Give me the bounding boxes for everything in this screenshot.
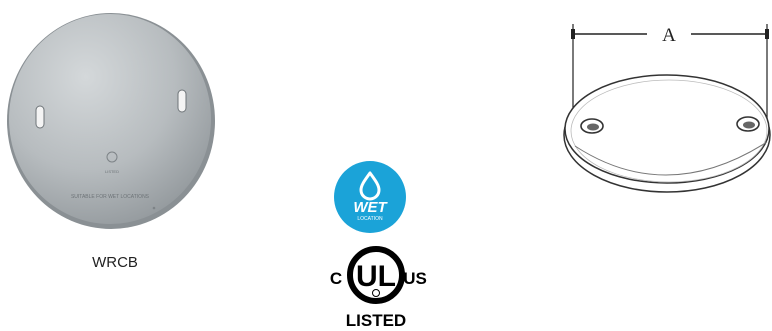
left-hole-inner: [587, 123, 599, 131]
dimension-drawing: A: [563, 24, 771, 193]
ul-listed-text: LISTED: [346, 311, 406, 330]
stamped-listed-text: LISTED: [105, 169, 119, 174]
stamped-dot: [152, 206, 156, 210]
ul-left-text: C: [330, 269, 342, 288]
wet-location-badge: WET LOCATION: [334, 161, 406, 233]
wet-badge-sub-text: LOCATION: [357, 216, 383, 222]
right-hole-inner: [743, 121, 755, 129]
ul-center-text: UL: [356, 260, 396, 293]
ul-listed-mark: UL C US LISTED: [330, 246, 427, 330]
left-tick: [571, 29, 575, 39]
dimension-label: A: [662, 25, 676, 46]
ul-right-text: US: [403, 269, 427, 288]
wet-badge-main-text: WET: [353, 199, 388, 216]
right-slot: [177, 89, 187, 113]
cover-plate-photo: LISTED SUITABLE FOR WET LOCATIONS: [7, 13, 215, 229]
right-tick: [765, 29, 769, 39]
product-caption: WRCB: [92, 254, 138, 271]
stamped-wet-location-text: SUITABLE FOR WET LOCATIONS: [71, 194, 150, 200]
left-slot: [35, 105, 45, 129]
